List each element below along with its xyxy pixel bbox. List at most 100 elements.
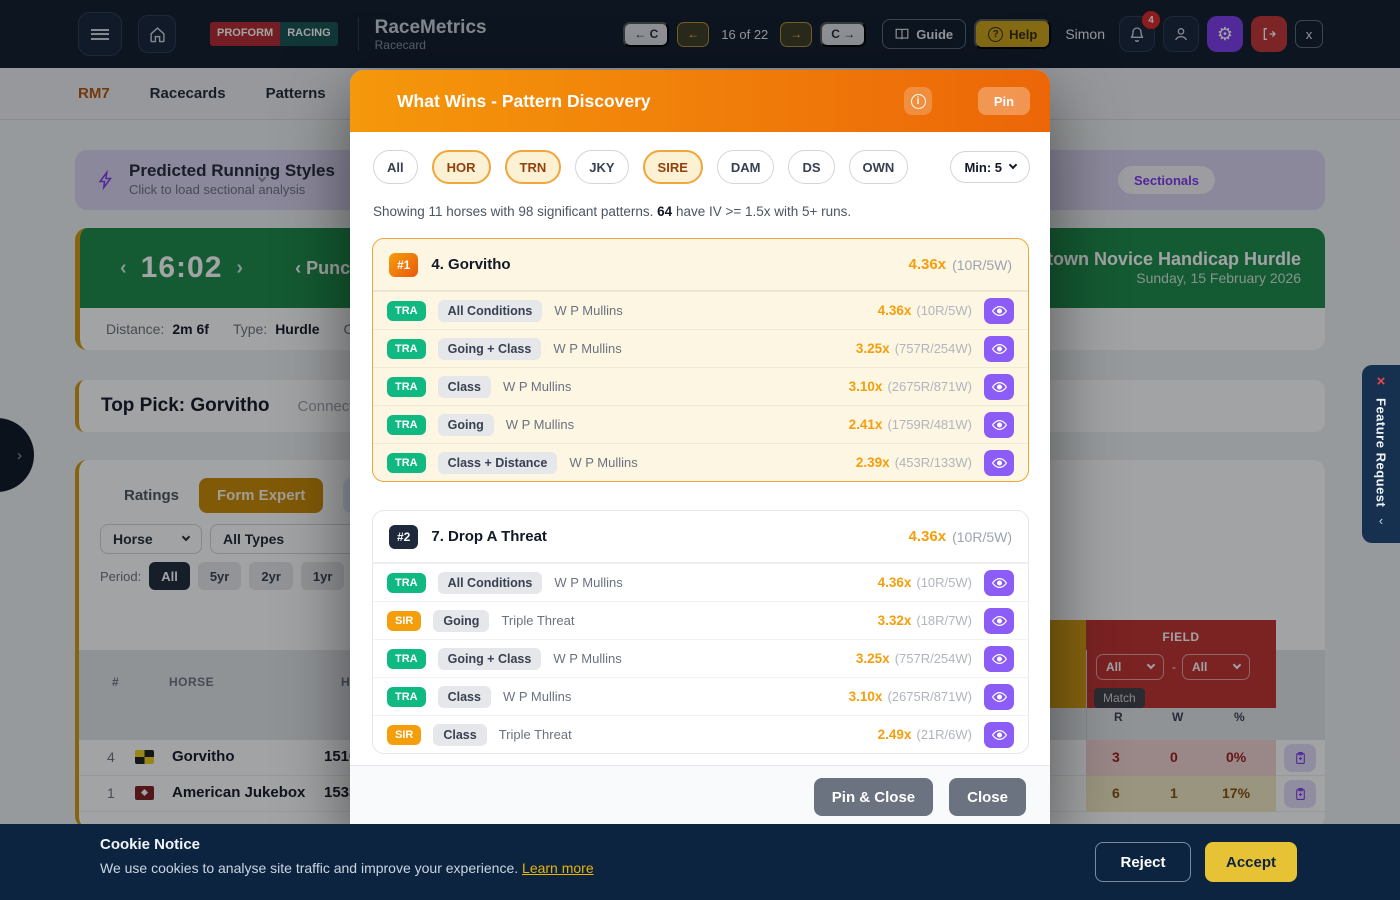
category-badge: TRA xyxy=(387,301,426,321)
learn-more-link[interactable]: Learn more xyxy=(522,860,594,876)
pattern-pill: Going xyxy=(433,610,489,632)
eye-icon xyxy=(992,419,1007,431)
pattern-pill: Class xyxy=(438,686,491,708)
category-badge: TRA xyxy=(387,453,426,473)
entity-name: Triple Threat xyxy=(499,727,572,742)
category-filters: All HOR TRN JKY SIRE DAM DS OWN xyxy=(373,150,908,184)
category-badge: TRA xyxy=(387,687,426,707)
chevron-down-icon xyxy=(1009,161,1017,169)
category-badge: TRA xyxy=(387,415,426,435)
category-badge: SIR xyxy=(387,725,421,745)
reject-cookies-button[interactable]: Reject xyxy=(1095,842,1191,882)
pin-button[interactable]: Pin xyxy=(978,87,1030,115)
feature-request-tab[interactable]: × Feature Request ‹ xyxy=(1362,365,1400,543)
entity-name: W P Mullins xyxy=(554,575,622,590)
view-pattern-button[interactable] xyxy=(984,646,1014,672)
info-button[interactable]: i xyxy=(904,87,932,115)
entity-name: W P Mullins xyxy=(503,689,571,704)
filter-all[interactable]: All xyxy=(373,150,418,184)
pattern-row: SIR Going Triple Threat 3.32x (18R/7W) xyxy=(373,601,1028,639)
pattern-pill: All Conditions xyxy=(438,572,543,594)
pattern-row: TRA All Conditions W P Mullins 4.36x (10… xyxy=(373,563,1028,601)
pattern-row: TRA Going W P Mullins 2.41x (1759R/481W) xyxy=(373,405,1028,443)
horse-name: 4. Gorvitho xyxy=(431,256,510,273)
entity-name: W P Mullins xyxy=(569,455,637,470)
view-pattern-button[interactable] xyxy=(984,336,1014,362)
impact-value: 4.36x xyxy=(909,528,947,545)
pattern-row: TRA Going + Class W P Mullins 3.25x (757… xyxy=(373,639,1028,677)
cookie-notice-bar: Cookie Notice We use cookies to analyse … xyxy=(0,824,1400,900)
category-badge: TRA xyxy=(387,649,426,669)
chevron-left-icon: ‹ xyxy=(1379,513,1383,528)
runs-wins: (10R/5W) xyxy=(952,257,1012,273)
pattern-row: TRA Class W P Mullins 3.10x (2675R/871W) xyxy=(373,677,1028,715)
category-badge: SIR xyxy=(387,611,421,631)
rank-badge: #2 xyxy=(389,525,418,549)
card-header: #2 7. Drop A Threat 4.36x (10R/5W) xyxy=(373,511,1028,563)
view-pattern-button[interactable] xyxy=(984,722,1014,748)
view-pattern-button[interactable] xyxy=(984,450,1014,476)
filter-dam[interactable]: DAM xyxy=(717,150,775,184)
filter-trn[interactable]: TRN xyxy=(505,150,562,184)
pattern-pill: Class + Distance xyxy=(438,452,558,474)
pattern-pill: Going + Class xyxy=(438,648,542,670)
view-pattern-button[interactable] xyxy=(984,374,1014,400)
filter-ds[interactable]: DS xyxy=(788,150,834,184)
pattern-pill: Going xyxy=(438,414,494,436)
eye-icon xyxy=(992,729,1007,741)
eye-icon xyxy=(992,457,1007,469)
eye-icon xyxy=(992,691,1007,703)
horse-name: 7. Drop A Threat xyxy=(431,528,547,545)
entity-name: W P Mullins xyxy=(554,303,622,318)
horse-pattern-card: #1 4. Gorvitho 4.36x (10R/5W) TRA All Co… xyxy=(372,238,1029,482)
filter-hor[interactable]: HOR xyxy=(432,150,491,184)
close-icon[interactable]: × xyxy=(1377,373,1386,390)
min-runs-select[interactable]: Min: 5 xyxy=(950,151,1030,183)
modal-title: What Wins - Pattern Discovery xyxy=(397,91,651,112)
impact-value: 4.36x xyxy=(909,256,947,273)
cookie-text: We use cookies to analyse site traffic a… xyxy=(100,860,594,876)
pattern-row: TRA All Conditions W P Mullins 4.36x (10… xyxy=(373,291,1028,329)
eye-icon xyxy=(992,653,1007,665)
view-pattern-button[interactable] xyxy=(984,608,1014,634)
pattern-pill: Class xyxy=(438,376,491,398)
eye-icon xyxy=(992,615,1007,627)
filter-own[interactable]: OWN xyxy=(849,150,909,184)
rank-badge: #1 xyxy=(389,253,418,277)
category-badge: TRA xyxy=(387,573,426,593)
entity-name: Triple Threat xyxy=(501,613,574,628)
filter-sire[interactable]: SIRE xyxy=(643,150,703,184)
pattern-pill: All Conditions xyxy=(438,300,543,322)
close-button[interactable]: Close xyxy=(949,778,1026,816)
eye-icon xyxy=(992,343,1007,355)
card-header: #1 4. Gorvitho 4.36x (10R/5W) xyxy=(373,239,1028,291)
racemetrics-app: PROFORM RACING RaceMetrics Racecard ← C … xyxy=(0,0,1400,900)
entity-name: W P Mullins xyxy=(553,341,621,356)
eye-icon xyxy=(992,381,1007,393)
pin-and-close-button[interactable]: Pin & Close xyxy=(814,778,933,816)
modal-header: What Wins - Pattern Discovery i Pin xyxy=(350,70,1050,132)
view-pattern-button[interactable] xyxy=(984,298,1014,324)
eye-icon xyxy=(992,305,1007,317)
status-text: Showing 11 horses with 98 significant pa… xyxy=(373,204,851,219)
horse-pattern-card: #2 7. Drop A Threat 4.36x (10R/5W) TRA A… xyxy=(372,510,1029,754)
cookie-title: Cookie Notice xyxy=(100,836,200,853)
runs-wins: (10R/5W) xyxy=(952,529,1012,545)
pattern-row: TRA Class W P Mullins 3.10x (2675R/871W) xyxy=(373,367,1028,405)
category-badge: TRA xyxy=(387,339,426,359)
category-badge: TRA xyxy=(387,377,426,397)
pattern-row: TRA Going + Class W P Mullins 3.25x (757… xyxy=(373,329,1028,367)
eye-icon xyxy=(992,577,1007,589)
accept-cookies-button[interactable]: Accept xyxy=(1205,842,1297,882)
entity-name: W P Mullins xyxy=(553,651,621,666)
filter-jky[interactable]: JKY xyxy=(575,150,628,184)
pattern-pill: Class xyxy=(433,724,486,746)
feature-request-label: Feature Request xyxy=(1374,398,1389,507)
pattern-row: TRA Class + Distance W P Mullins 2.39x (… xyxy=(373,443,1028,481)
pattern-discovery-modal: What Wins - Pattern Discovery i Pin All … xyxy=(350,70,1050,828)
view-pattern-button[interactable] xyxy=(984,412,1014,438)
view-pattern-button[interactable] xyxy=(984,570,1014,596)
entity-name: W P Mullins xyxy=(503,379,571,394)
view-pattern-button[interactable] xyxy=(984,684,1014,710)
pattern-row: SIR Class Triple Threat 2.49x (21R/6W) xyxy=(373,715,1028,753)
